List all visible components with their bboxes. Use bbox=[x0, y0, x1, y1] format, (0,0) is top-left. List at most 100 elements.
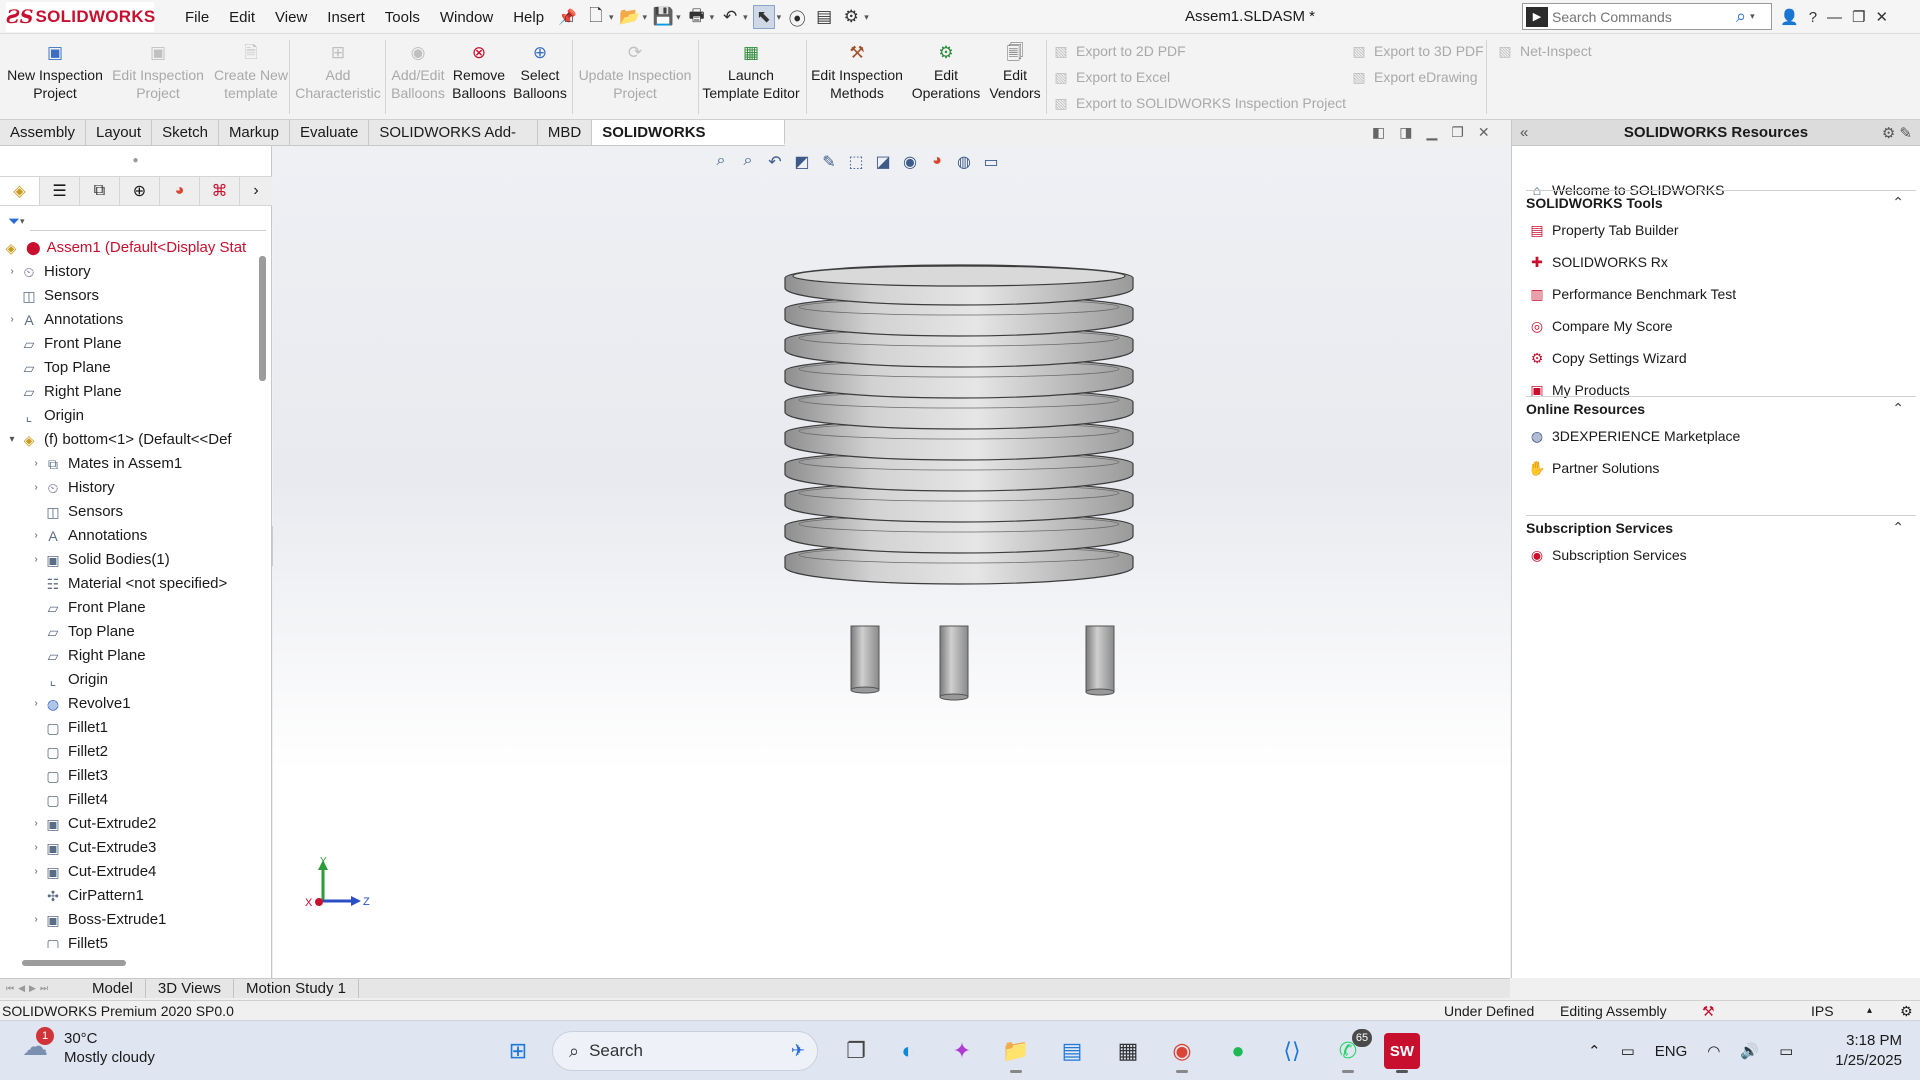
zoom-to-area-icon[interactable]: ⌕ bbox=[738, 152, 758, 172]
add-edit-balloons-button[interactable]: ◉ Add/Edit Balloons bbox=[388, 38, 448, 116]
tree-item[interactable]: ◫ Sensors bbox=[0, 500, 258, 524]
model-view[interactable] bbox=[273, 146, 1510, 978]
first-tab-icon[interactable]: ⏮ bbox=[6, 983, 14, 994]
rebuild-traffic-light-icon[interactable]: ⦿ bbox=[786, 5, 808, 29]
resource-link[interactable]: ▥ Performance Benchmark Test bbox=[1528, 282, 1736, 306]
net-inspect-button[interactable]: ▧ Net-Inspect bbox=[1496, 40, 1591, 62]
restore-icon[interactable]: ❐ bbox=[1852, 8, 1865, 26]
file-explorer-icon[interactable]: 📁 bbox=[998, 1033, 1034, 1073]
create-new-template-button[interactable]: 🗎 Create New template bbox=[208, 38, 294, 116]
next-tab-icon[interactable]: ▶ bbox=[29, 983, 36, 994]
vscode-icon[interactable]: ⟨⟩ bbox=[1274, 1033, 1310, 1069]
tab-solidworks-inspection[interactable]: SOLIDWORKS Inspection bbox=[592, 120, 785, 167]
inspection-tab-icon[interactable]: ⌘ bbox=[200, 177, 240, 205]
collapse-chevron-icon[interactable]: ⌃ bbox=[1892, 400, 1904, 417]
language-indicator[interactable]: ENG bbox=[1655, 1043, 1688, 1060]
spotify-icon[interactable]: ● bbox=[1220, 1033, 1256, 1069]
print-icon[interactable]: 🖶 bbox=[686, 5, 708, 29]
close-icon[interactable]: ✕ bbox=[1478, 124, 1490, 141]
tile-left-icon[interactable]: ◧ bbox=[1372, 124, 1385, 141]
resources-section-header[interactable]: SOLIDWORKS Tools ⌃ bbox=[1526, 190, 1916, 216]
save-icon[interactable]: 💾 bbox=[652, 5, 674, 29]
menu-help[interactable]: Help bbox=[503, 9, 554, 26]
resources-section-header[interactable]: Online Resources ⌃ bbox=[1526, 396, 1916, 422]
previous-tab-icon[interactable]: ◀ bbox=[18, 983, 25, 994]
panel-grip[interactable]: ● bbox=[0, 146, 271, 176]
rebuild-icon[interactable]: ⚒ bbox=[1702, 1001, 1715, 1021]
minimize-icon[interactable]: — bbox=[1827, 9, 1842, 26]
chevron-up-icon[interactable]: ⌃ bbox=[1588, 1042, 1601, 1060]
tree-item[interactable]: ▢ Fillet1 bbox=[0, 716, 258, 740]
tree-item[interactable]: › ⏲ History bbox=[0, 476, 258, 500]
zoom-to-fit-icon[interactable]: ⌕ bbox=[711, 152, 731, 172]
display-manager-icon[interactable]: ◕ bbox=[160, 177, 200, 205]
chevron-down-icon[interactable]: ▾ bbox=[20, 216, 25, 227]
expand-arrow-icon[interactable]: › bbox=[30, 860, 42, 884]
chrome-icon[interactable]: ◉ bbox=[1164, 1033, 1200, 1073]
help-icon[interactable]: ? bbox=[1809, 9, 1817, 26]
resource-link[interactable]: ◍ 3DEXPERIENCE Marketplace bbox=[1528, 424, 1740, 448]
resource-link[interactable]: ✚ SOLIDWORKS Rx bbox=[1528, 250, 1668, 274]
select-arrow-icon[interactable]: ⬉ bbox=[752, 5, 775, 29]
resource-link[interactable]: ✋ Partner Solutions bbox=[1528, 456, 1659, 480]
edge-browser-icon[interactable]: ◐ bbox=[890, 1033, 926, 1069]
system-clock[interactable]: 3:18 PM 1/25/2025 bbox=[1812, 1031, 1902, 1071]
tree-item[interactable]: › ▣ Solid Bodies(1) bbox=[0, 548, 258, 572]
last-tab-icon[interactable]: ⏭ bbox=[40, 983, 48, 994]
search-icon[interactable]: ⌕ bbox=[1736, 6, 1746, 27]
windows-start-icon[interactable]: ⊞ bbox=[500, 1033, 536, 1069]
new-inspection-project-button[interactable]: ▣ New Inspection Project bbox=[4, 38, 106, 116]
tree-item[interactable]: ▱ Front Plane bbox=[0, 596, 258, 620]
property-manager-icon[interactable]: ☰ bbox=[40, 177, 80, 205]
unit-system[interactable]: IPS bbox=[1811, 1001, 1834, 1021]
collapse-chevron-icon[interactable]: ⌃ bbox=[1892, 194, 1904, 211]
tree-item[interactable]: › A Annotations bbox=[0, 524, 258, 548]
tree-item[interactable]: ◫ Sensors bbox=[0, 284, 258, 308]
tab-markup[interactable]: Markup bbox=[219, 120, 290, 145]
restore-icon[interactable]: ❐ bbox=[1451, 124, 1464, 141]
search-commands-box[interactable]: ▶ ⌕ ▾ bbox=[1522, 3, 1772, 30]
vertical-scrollbar[interactable] bbox=[259, 256, 266, 381]
export-inspection-project-button[interactable]: ▧ Export to SOLIDWORKS Inspection Project bbox=[1052, 92, 1346, 114]
update-inspection-project-button[interactable]: ⟳ Update Inspection Project bbox=[575, 38, 695, 116]
chevron-down-icon[interactable]: ▾ bbox=[643, 12, 648, 23]
resource-link[interactable]: ◎ Compare My Score bbox=[1528, 314, 1673, 338]
tree-item[interactable]: ▢ Fillet2 bbox=[0, 740, 258, 764]
tree-item[interactable]: › ⧉ Mates in Assem1 bbox=[0, 452, 258, 476]
tree-item[interactable]: ▢ Fillet4 bbox=[0, 788, 258, 812]
tree-item[interactable]: ▢ Fillet3 bbox=[0, 764, 258, 788]
collapse-chevron-icon[interactable]: ⌃ bbox=[1892, 519, 1904, 536]
export-2d-pdf-button[interactable]: ▧ Export to 2D PDF bbox=[1052, 40, 1185, 62]
tree-item[interactable]: › ⏲ History bbox=[0, 260, 258, 284]
menu-file[interactable]: File bbox=[175, 9, 219, 26]
menu-insert[interactable]: Insert bbox=[317, 9, 375, 26]
tree-item[interactable]: › ▣ Cut-Extrude4 bbox=[0, 860, 258, 884]
display-icon[interactable]: ▭ bbox=[1621, 1042, 1635, 1060]
home-icon[interactable]: ⌂ bbox=[558, 5, 580, 29]
expand-arrow-icon[interactable]: › bbox=[30, 692, 42, 716]
search-input[interactable] bbox=[1552, 8, 1732, 25]
battery-icon[interactable]: ▭ bbox=[1779, 1042, 1793, 1060]
close-icon[interactable]: ✕ bbox=[1875, 8, 1888, 26]
solidworks-taskbar-icon[interactable]: SW bbox=[1384, 1033, 1420, 1073]
export-edrawing-button[interactable]: ▧ Export eDrawing bbox=[1350, 66, 1477, 88]
expand-arrow-icon[interactable]: › bbox=[30, 452, 42, 476]
graphics-area[interactable]: ⌕ ⌕ ↶ ◩ ✎ ⬚ ◪ ◉ ◕ ◍ ▭ Y Z X ⌂ ▥ 📂 ▦ ◕ ☰ … bbox=[273, 146, 1510, 978]
collapse-pane-icon[interactable]: « bbox=[1520, 124, 1528, 141]
edit-operations-button[interactable]: ⚙ Edit Operations bbox=[908, 38, 984, 116]
section-view-icon[interactable]: ◩ bbox=[792, 152, 812, 172]
feature-tree-icon[interactable]: ◈ bbox=[0, 177, 40, 205]
speaker-icon[interactable]: 🔊 bbox=[1740, 1042, 1759, 1060]
chevron-down-icon[interactable]: ▾ bbox=[864, 12, 869, 23]
customize-status-icon[interactable]: ⚙ bbox=[1900, 1001, 1913, 1021]
solidworks-logo[interactable]: ƧS SOLIDWORKS bbox=[6, 2, 155, 32]
chevron-down-icon[interactable]: ▾ bbox=[676, 12, 681, 23]
expand-arrow-icon[interactable]: › bbox=[30, 524, 42, 548]
chevron-down-icon[interactable]: ▾ bbox=[1750, 11, 1755, 22]
tab-sketch[interactable]: Sketch bbox=[152, 120, 219, 145]
tree-item[interactable]: › ▣ Cut-Extrude2 bbox=[0, 812, 258, 836]
resource-link[interactable]: ◉ Subscription Services bbox=[1528, 543, 1687, 567]
tree-item[interactable]: ✣ CirPattern1 bbox=[0, 884, 258, 908]
chevron-down-icon[interactable]: ▾ bbox=[710, 12, 715, 23]
tab-layout[interactable]: Layout bbox=[86, 120, 153, 145]
